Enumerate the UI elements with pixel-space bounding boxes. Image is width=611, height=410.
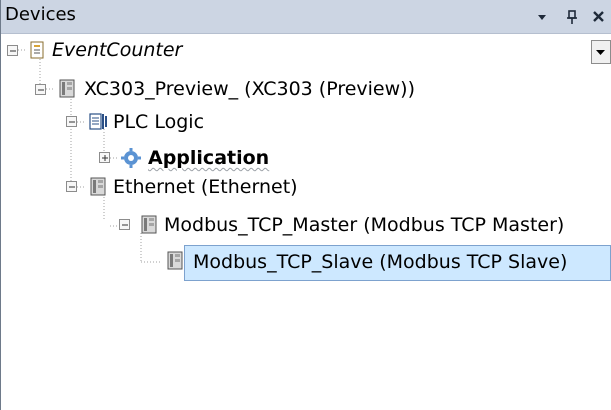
collapse-toggle[interactable] [66,116,77,127]
tree-item-label: EventCounter [52,39,183,61]
tree-item-label: Ethernet (Ethernet) [113,176,298,198]
collapse-toggle[interactable] [7,45,18,56]
collapse-toggle[interactable] [119,219,130,230]
plc-logic-icon [89,113,107,130]
tree-item-label: Modbus_TCP_Slave (Modbus TCP Slave) [193,251,568,273]
tree-item-label: XC303_Preview_ (XC303 (Preview)) [84,78,415,100]
application-gear-icon [121,148,141,168]
devices-panel: Devices EventCounter XC303_Preview_ (XC3… [0,0,611,410]
collapse-toggle[interactable] [66,181,77,192]
minus-icon [38,89,44,91]
project-file-icon [30,41,44,59]
minus-icon [122,224,128,226]
device-icon [90,177,106,196]
minus-icon [69,186,75,188]
tree-item-label: Modbus_TCP_Master (Modbus TCP Master) [164,214,565,236]
device-icon [167,251,183,270]
minus-icon [69,121,75,123]
tree-item-label: PLC Logic [113,111,205,133]
collapse-toggle[interactable] [35,84,46,95]
device-icon [141,215,157,234]
minus-icon [10,50,16,52]
device-icon [59,79,75,98]
expand-toggle[interactable] [99,152,110,163]
plus-icon [102,155,108,161]
